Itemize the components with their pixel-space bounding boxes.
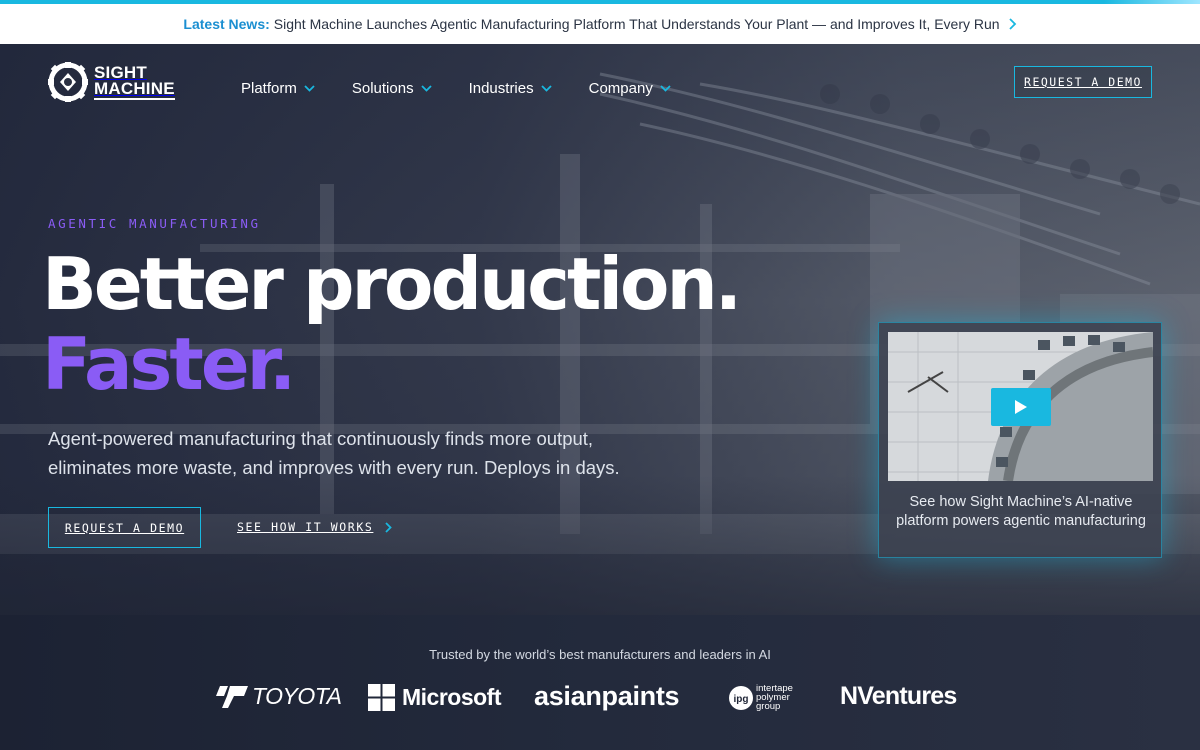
ipg-wordmark: intertape polymer group bbox=[756, 683, 793, 712]
hero-section: SIGHT MACHINE Platform Solutions Industr… bbox=[0, 44, 1200, 615]
logo-line2: MACHINE bbox=[94, 78, 175, 100]
toyota-wordmark: TOYOTA bbox=[252, 683, 342, 709]
main-nav: Platform Solutions Industries Company bbox=[241, 80, 708, 97]
video-caption: See how Sight Machine’s AI-native platfo… bbox=[896, 494, 1146, 529]
see-how-label: SEE HOW IT WORKS bbox=[237, 520, 374, 534]
chevron-down-icon bbox=[304, 85, 315, 92]
windows-grid-icon bbox=[368, 684, 395, 711]
request-demo-nav-button[interactable]: REQUEST A DEMO bbox=[1014, 66, 1152, 98]
headline-line2: Faster. bbox=[42, 322, 296, 406]
logo-wordmark: SIGHT MACHINE bbox=[94, 64, 175, 100]
asianpaints-logo: asianpaints bbox=[534, 681, 680, 712]
announcement-bar: Latest News: Sight Machine Launches Agen… bbox=[0, 4, 1200, 44]
headline-line1: Better production. bbox=[42, 242, 742, 326]
nav-item-label: Industries bbox=[468, 80, 534, 97]
trusted-text: Trusted by the world’s best manufacturer… bbox=[429, 647, 771, 662]
hero-headline: Better production. Faster. bbox=[42, 242, 742, 406]
nav-item-label: Company bbox=[588, 80, 653, 97]
nav-item-label: Platform bbox=[241, 80, 297, 97]
toyota-logo: TOYOTA bbox=[214, 683, 342, 710]
see-how-it-works-link[interactable]: SEE HOW IT WORKS bbox=[237, 520, 393, 534]
chevron-down-icon bbox=[540, 85, 552, 92]
microsoft-logo: Microsoft bbox=[368, 684, 502, 711]
ipg-badge-icon: ipg bbox=[729, 685, 753, 710]
video-thumbnail[interactable] bbox=[888, 332, 1153, 481]
ipg-logo: ipg intertape polymer group bbox=[728, 684, 806, 711]
nav-item-company[interactable]: Company bbox=[589, 80, 671, 97]
gear-aperture-icon bbox=[48, 62, 88, 102]
toyota-mark-icon bbox=[216, 685, 248, 708]
hero-eyebrow: AGENTIC MANUFACTURING bbox=[48, 216, 261, 231]
news-label: Latest News: bbox=[183, 16, 270, 32]
chevron-down-icon bbox=[660, 85, 671, 92]
chevron-right-icon bbox=[1008, 18, 1016, 30]
asianpaints-wordmark: asianpaints bbox=[534, 681, 680, 711]
nav-item-industries[interactable]: Industries bbox=[469, 80, 552, 97]
chevron-down-icon bbox=[420, 85, 432, 92]
nav-item-label: Solutions bbox=[351, 80, 414, 97]
svg-text:ipg: ipg bbox=[734, 694, 749, 705]
nav-item-platform[interactable]: Platform bbox=[241, 80, 315, 97]
play-button[interactable] bbox=[991, 388, 1051, 426]
news-text: Sight Machine Launches Agentic Manufactu… bbox=[273, 16, 1000, 32]
nventures-logo: NVentures bbox=[840, 682, 957, 711]
trusted-by-section: Trusted by the world’s best manufacturer… bbox=[0, 615, 1200, 750]
play-icon bbox=[1015, 400, 1027, 414]
nventures-wordmark: NVentures bbox=[840, 682, 957, 710]
hero-subcopy: Agent-powered manufacturing that continu… bbox=[48, 428, 620, 478]
site-logo[interactable]: SIGHT MACHINE bbox=[48, 62, 175, 102]
microsoft-wordmark: Microsoft bbox=[402, 684, 502, 710]
chevron-right-icon bbox=[385, 521, 393, 533]
request-demo-button[interactable]: REQUEST A DEMO bbox=[48, 507, 201, 548]
news-link[interactable]: Latest News: Sight Machine Launches Agen… bbox=[183, 16, 1016, 32]
nav-item-solutions[interactable]: Solutions bbox=[352, 80, 432, 97]
video-card[interactable]: See how Sight Machine’s AI-native platfo… bbox=[878, 322, 1162, 558]
